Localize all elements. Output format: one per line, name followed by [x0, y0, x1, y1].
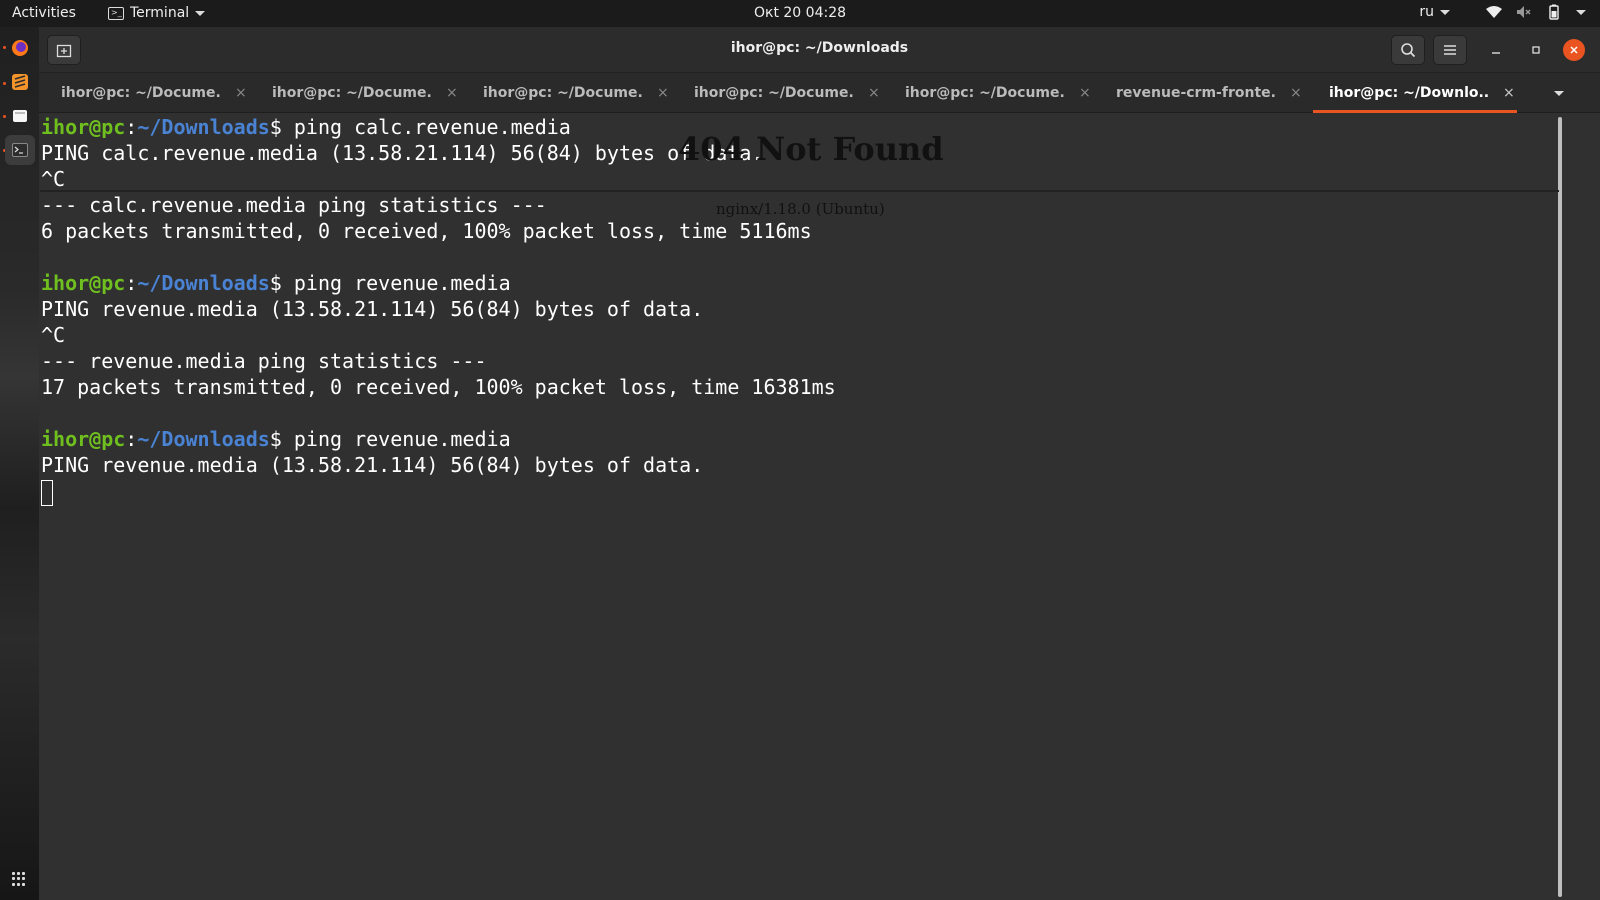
- window-title: ihor@pc: ~/Downloads: [730, 40, 909, 56]
- tab[interactable]: ihor@pc: ~/Docume... ×: [467, 73, 671, 113]
- terminal-line: ^C: [41, 323, 66, 347]
- terminal-line: ^C: [41, 167, 66, 191]
- terminal-line: PING calc.revenue.media (13.58.21.114) 5…: [41, 141, 764, 165]
- clock[interactable]: Окt 20 04:28: [754, 5, 846, 21]
- system-tray[interactable]: ru: [1419, 4, 1586, 20]
- terminal-line: --- revenue.media ping statistics ---: [41, 349, 487, 373]
- scrollbar[interactable]: [1558, 117, 1562, 897]
- tab-label: ihor@pc: ~/Docume...: [272, 85, 432, 101]
- search-button[interactable]: [1391, 35, 1425, 65]
- terminal-app-icon: >_: [108, 6, 124, 20]
- tabs-dropdown-button[interactable]: [1539, 73, 1579, 113]
- tab-close-icon[interactable]: ×: [1079, 85, 1091, 101]
- chevron-down-icon: [195, 10, 206, 16]
- app-menu-label: Terminal: [130, 5, 190, 21]
- terminal-line: ihor@pc:~/Downloads$ ping revenue.media: [41, 427, 511, 451]
- terminal-line: 6 packets transmitted, 0 received, 100% …: [41, 219, 812, 243]
- ghost-divider: [40, 190, 1559, 192]
- terminal-icon[interactable]: [5, 135, 35, 165]
- tab[interactable]: ihor@pc: ~/Docume... ×: [678, 73, 882, 113]
- tab-close-icon[interactable]: ×: [446, 85, 458, 101]
- ghost-server-signature: nginx/1.18.0 (Ubuntu): [716, 200, 885, 218]
- terminal-line: --- calc.revenue.media ping statistics -…: [41, 193, 547, 217]
- maximize-button[interactable]: [1525, 39, 1547, 61]
- tab-close-icon[interactable]: ×: [1290, 85, 1302, 101]
- firefox-icon[interactable]: [5, 33, 35, 63]
- wifi-icon[interactable]: [1486, 4, 1502, 20]
- terminal-line: ihor@pc:~/Downloads$ ping calc.revenue.m…: [41, 115, 571, 139]
- tab-label: ihor@pc: ~/Docume...: [483, 85, 643, 101]
- hamburger-menu-icon: [1444, 45, 1456, 55]
- minimize-button[interactable]: [1485, 39, 1507, 61]
- tab-close-icon[interactable]: ×: [657, 85, 669, 101]
- new-tab-button[interactable]: [47, 35, 81, 65]
- activities-button[interactable]: Activities: [12, 5, 76, 21]
- terminal-line: 17 packets transmitted, 0 received, 100%…: [41, 375, 836, 399]
- top-bar: Activities >_ Terminal Окt 20 04:28 ru: [0, 0, 1600, 27]
- tab-label: ihor@pc: ~/Docume...: [905, 85, 1065, 101]
- terminal-line: ihor@pc:~/Downloads$ ping revenue.media: [41, 271, 511, 295]
- tab-close-icon[interactable]: ×: [868, 85, 880, 101]
- chevron-down-icon: [1440, 9, 1450, 15]
- tab-label: ihor@pc: ~/Docume...: [694, 85, 854, 101]
- terminal-output[interactable]: ihor@pc:~/Downloads$ ping calc.revenue.m…: [39, 114, 1560, 900]
- maximize-icon: [1532, 46, 1540, 54]
- ghost-404-heading: 404 Not Found: [678, 130, 944, 168]
- terminal-cursor: [41, 480, 53, 506]
- battery-icon[interactable]: [1546, 4, 1562, 20]
- chevron-down-icon: [1554, 90, 1564, 96]
- tab-close-icon[interactable]: ×: [1503, 85, 1515, 101]
- tab-label: ihor@pc: ~/Downlo...: [1329, 85, 1489, 101]
- files-icon[interactable]: [5, 101, 35, 131]
- tab-bar: ihor@pc: ~/Docume... × ihor@pc: ~/Docume…: [39, 73, 1600, 113]
- minimize-icon: [1492, 52, 1500, 54]
- sublime-text-icon[interactable]: [5, 67, 35, 97]
- dock: [0, 27, 39, 900]
- hamburger-menu-button[interactable]: [1433, 35, 1467, 65]
- tab-label: revenue-crm-fronte...: [1116, 85, 1276, 101]
- close-icon: [1570, 46, 1578, 54]
- tab[interactable]: revenue-crm-fronte... ×: [1100, 73, 1304, 113]
- keyboard-layout-label: ru: [1419, 4, 1434, 20]
- tab[interactable]: ihor@pc: ~/Docume... ×: [256, 73, 460, 113]
- header-bar: ihor@pc: ~/Downloads: [39, 27, 1600, 73]
- tab-label: ihor@pc: ~/Docume...: [61, 85, 221, 101]
- search-icon: [1401, 43, 1416, 58]
- tab-active[interactable]: ihor@pc: ~/Downlo... ×: [1313, 73, 1517, 113]
- tab[interactable]: ihor@pc: ~/Docume... ×: [889, 73, 1093, 113]
- app-menu-button[interactable]: >_ Terminal: [108, 5, 206, 21]
- terminal-line: PING revenue.media (13.58.21.114) 56(84)…: [41, 453, 704, 477]
- keyboard-layout-indicator[interactable]: ru: [1419, 4, 1450, 20]
- terminal-line: PING revenue.media (13.58.21.114) 56(84)…: [41, 297, 704, 321]
- chevron-down-icon[interactable]: [1576, 9, 1586, 15]
- close-button[interactable]: [1563, 39, 1585, 61]
- tab[interactable]: ihor@pc: ~/Docume... ×: [45, 73, 249, 113]
- app-grid-icon[interactable]: [12, 872, 26, 886]
- new-tab-icon: [56, 44, 72, 58]
- tab-close-icon[interactable]: ×: [235, 85, 247, 101]
- volume-muted-icon[interactable]: [1516, 4, 1532, 20]
